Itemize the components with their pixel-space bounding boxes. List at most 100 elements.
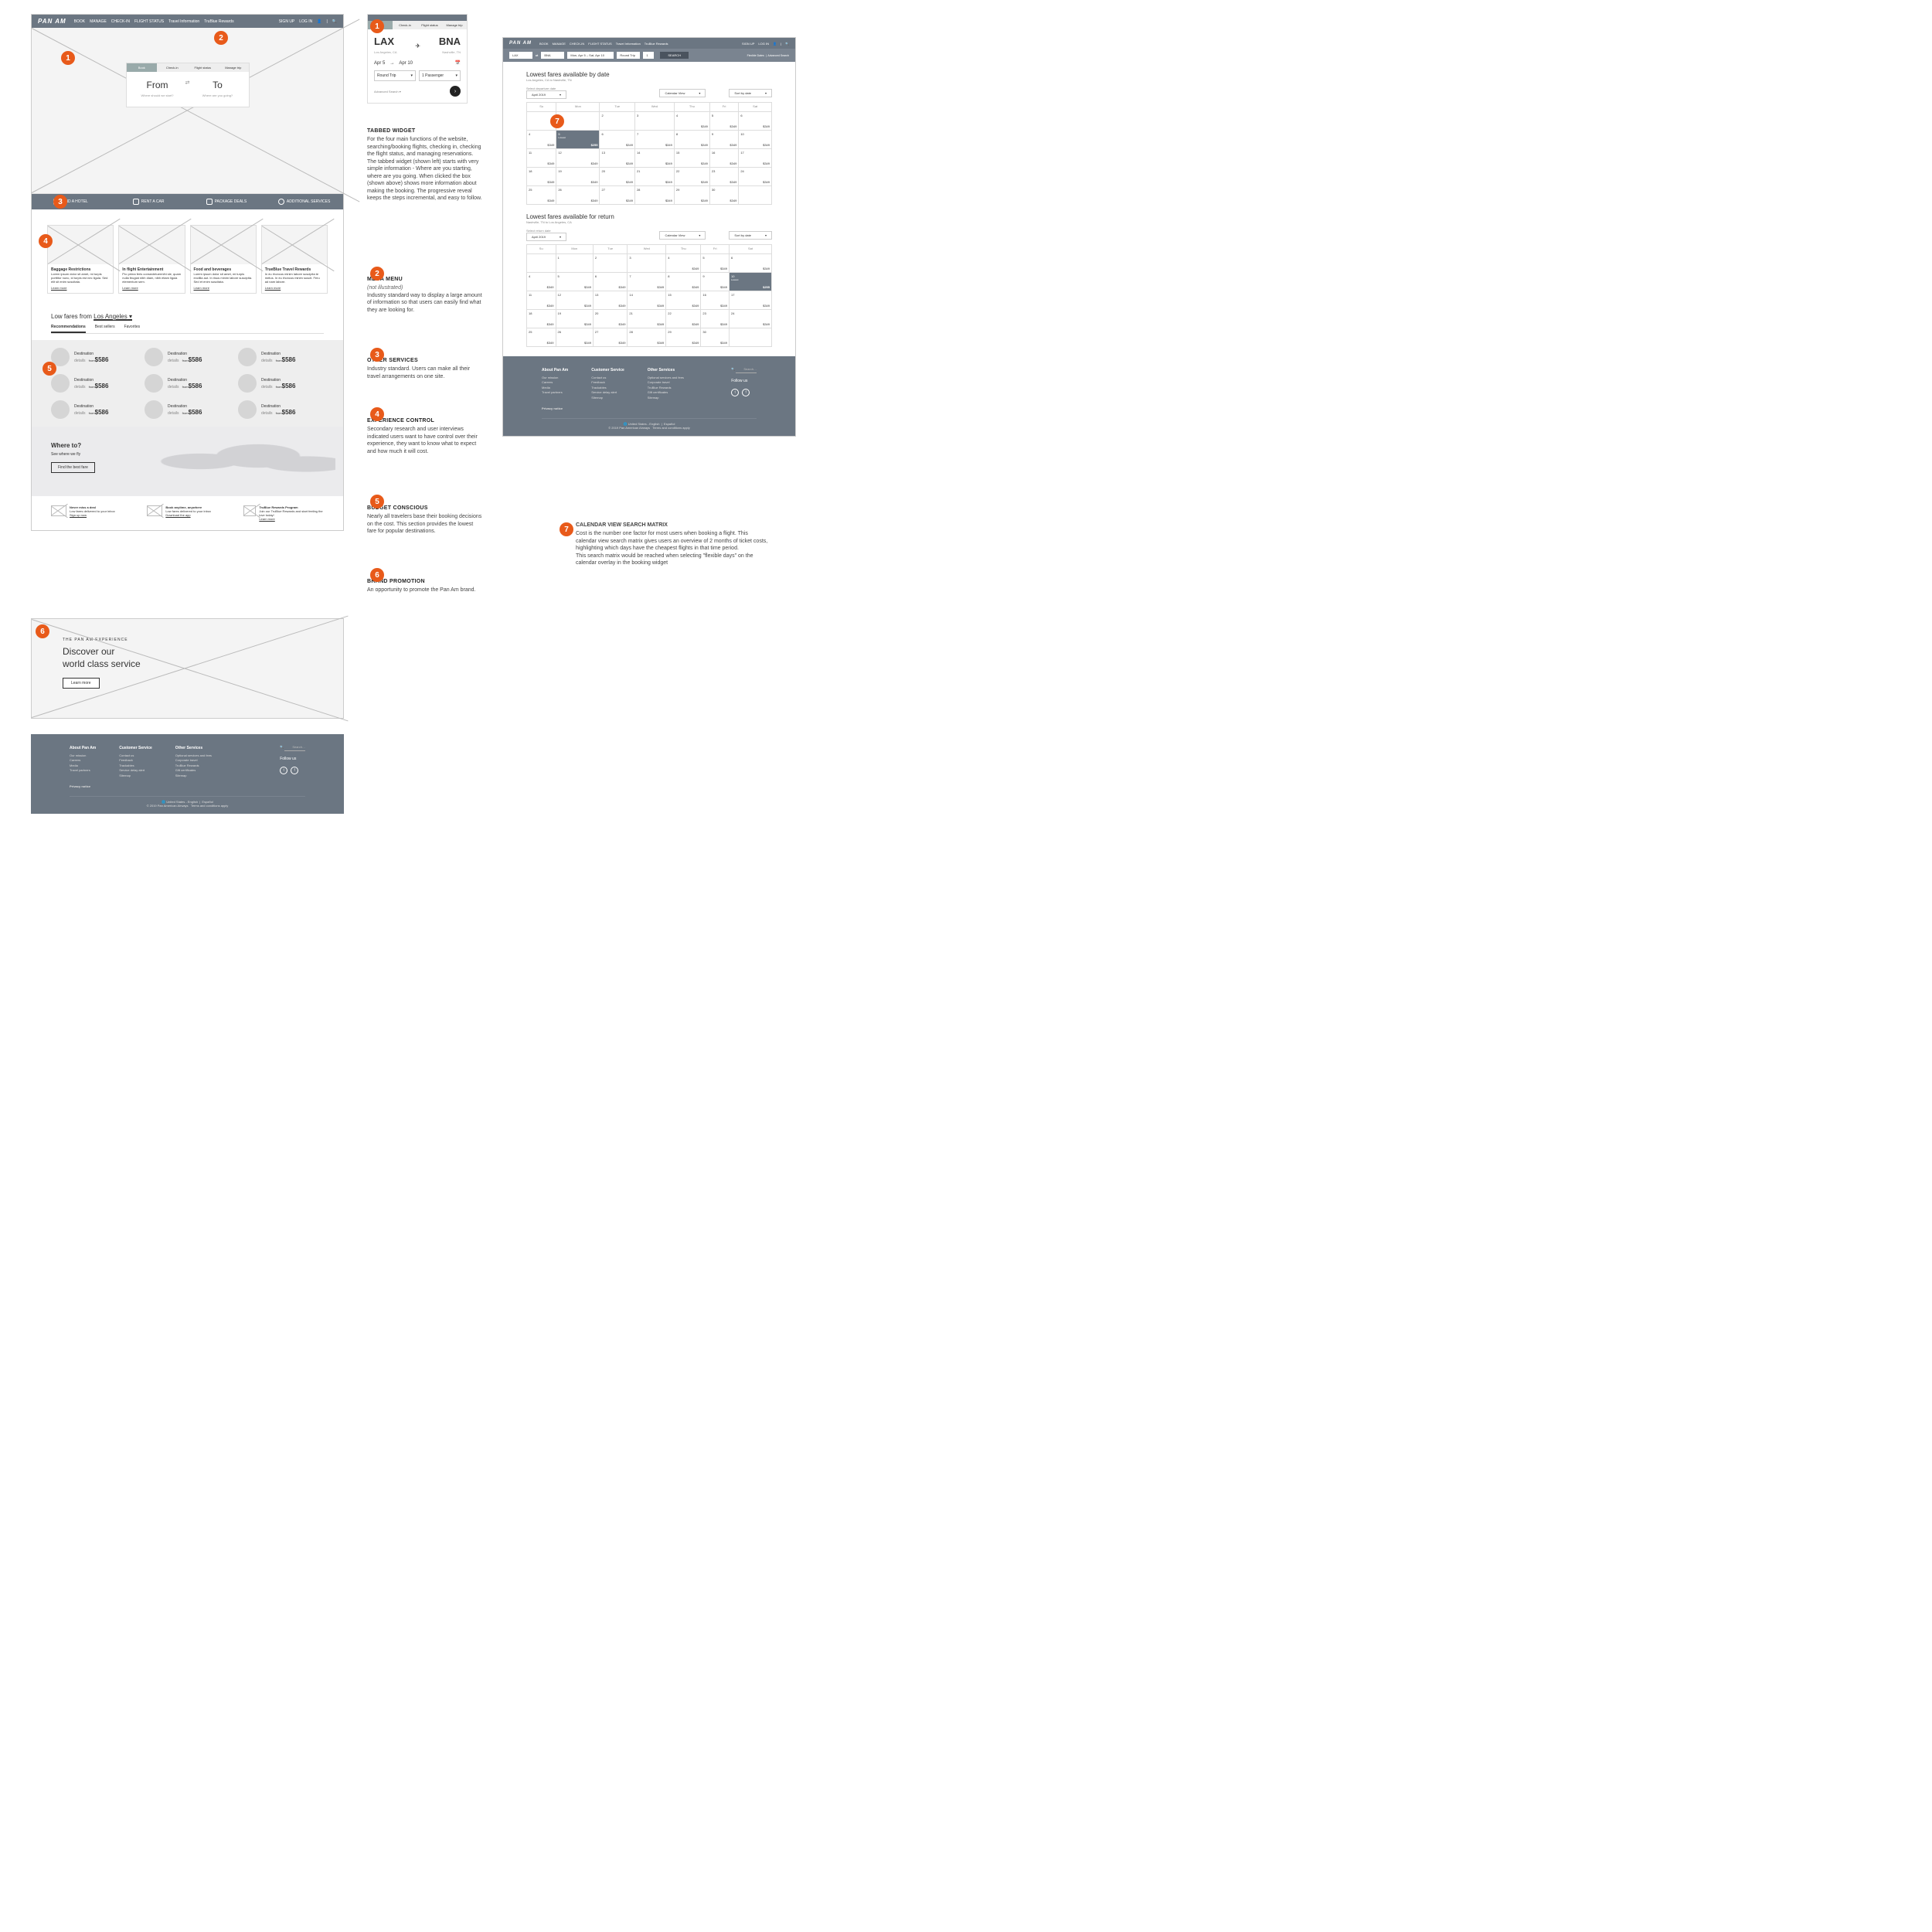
footer-link[interactable]: Sitemap: [119, 774, 131, 777]
to-field[interactable]: To Where are you going?: [194, 80, 240, 99]
calendar-day[interactable]: 5$349: [556, 273, 593, 291]
calendar-day[interactable]: 12$349: [556, 291, 593, 310]
footer-link[interactable]: Sitemap: [648, 396, 659, 400]
calendar-day[interactable]: 6$349: [729, 254, 771, 273]
calendar-day[interactable]: 10$349: [739, 131, 772, 149]
calendar-day[interactable]: 21$349: [634, 168, 674, 186]
nav-rewards[interactable]: TruBlue Rewards: [204, 19, 233, 24]
month-select[interactable]: April 2019▾: [526, 90, 566, 99]
tab-recommend[interactable]: Recommendations: [51, 325, 86, 333]
footer-link[interactable]: Our mission: [70, 753, 86, 757]
learn-more-link[interactable]: Learn more: [194, 286, 253, 290]
fare-item[interactable]: Destination details from$586: [145, 400, 230, 419]
footer-link[interactable]: Gift certificates: [648, 390, 668, 394]
month-select[interactable]: April 2019▾: [526, 233, 566, 241]
calendar-day[interactable]: 6$349: [739, 112, 772, 131]
calendar-day[interactable]: 13$349: [600, 149, 634, 168]
promo-link[interactable]: Learn more: [259, 517, 274, 521]
svc-car[interactable]: RENT A CAR: [110, 199, 188, 205]
calendar-day[interactable]: 17$349: [729, 291, 771, 310]
calendar-day[interactable]: 23$349: [709, 168, 738, 186]
learn-more-link[interactable]: Learn more: [265, 286, 324, 290]
city-dropdown[interactable]: Los Angeles ▾: [94, 313, 132, 321]
terms-link[interactable]: Terms and conditions apply: [191, 804, 228, 808]
calendar-day[interactable]: 15$349: [666, 291, 701, 310]
footer-link[interactable]: Our mission: [542, 376, 558, 379]
calendar-day[interactable]: 27$349: [600, 186, 634, 205]
calendar-day[interactable]: 12$349: [556, 149, 600, 168]
calendar-day[interactable]: 14$349: [628, 291, 666, 310]
calendar-day[interactable]: 26$349: [556, 186, 600, 205]
calendar-day[interactable]: 2: [600, 112, 634, 131]
experience-card[interactable]: Baggage Restrictions Lorem ipsum dolor s…: [47, 225, 114, 294]
calendar-day[interactable]: 7$349: [628, 273, 666, 291]
facebook-icon[interactable]: f: [742, 389, 750, 396]
calendar-day[interactable]: 11$349: [527, 149, 556, 168]
search-button[interactable]: SEARCH: [660, 52, 689, 59]
footer-link[interactable]: Media: [542, 386, 550, 389]
calendar-day[interactable]: 27$349: [593, 328, 628, 347]
footer-link[interactable]: Careers: [542, 380, 553, 384]
from-airport[interactable]: LAX Los Angeles, CA: [374, 36, 397, 56]
calendar-day[interactable]: 8$349: [674, 131, 709, 149]
footer-link[interactable]: Feedback: [591, 380, 605, 384]
sort-select[interactable]: Sort by date▾: [729, 89, 772, 97]
footer-link[interactable]: Optional services and fees: [648, 376, 684, 379]
nav-checkin[interactable]: CHECK-IN: [111, 19, 130, 24]
footer-link[interactable]: Corporate travel: [175, 758, 198, 762]
fare-item[interactable]: Destination details from$586: [145, 348, 230, 366]
calendar-day[interactable]: 9$349: [709, 131, 738, 149]
footer-link[interactable]: Trackables: [591, 386, 606, 389]
footer-link[interactable]: Careers: [70, 758, 80, 762]
tab-checkin[interactable]: Check-in: [157, 63, 188, 72]
swap-icon[interactable]: ⇄: [536, 53, 538, 57]
search-to[interactable]: BNA: [541, 52, 564, 59]
find-fare-button[interactable]: Find the best fare: [51, 462, 95, 473]
calendar-day[interactable]: 20$349: [593, 310, 628, 328]
footer-link[interactable]: Sitemap: [175, 774, 187, 777]
search-dates[interactable]: Mon, Apr 5 – Sat, Apr 10: [567, 52, 614, 59]
trip-type-select[interactable]: Round Trip▾: [374, 70, 416, 81]
calendar-day[interactable]: 24$349: [739, 168, 772, 186]
privacy-link[interactable]: Privacy notice: [542, 406, 563, 410]
learn-more-link[interactable]: Learn more: [51, 286, 110, 290]
calendar-day[interactable]: 4$349: [674, 112, 709, 131]
calendar-day[interactable]: 28$349: [634, 186, 674, 205]
calendar-day[interactable]: 29$349: [666, 328, 701, 347]
from-field[interactable]: From Where should we start?: [134, 80, 181, 99]
calendar-day[interactable]: 13$349: [593, 291, 628, 310]
calendar-day[interactable]: 21$349: [628, 310, 666, 328]
nav-login[interactable]: LOG IN: [299, 19, 312, 24]
calendar-day[interactable]: 30$349: [701, 328, 730, 347]
footer-link[interactable]: TruBlue Rewards: [648, 386, 672, 389]
calendar-day[interactable]: 9$349: [701, 273, 730, 291]
promo-link[interactable]: Sign up now: [70, 513, 87, 517]
calendar-day[interactable]: 1: [556, 254, 593, 273]
footer-link[interactable]: Gift certificates: [175, 768, 196, 772]
svc-more[interactable]: ADDITIONAL SERVICES: [265, 199, 343, 205]
calendar-day[interactable]: 5$349: [709, 112, 738, 131]
calendar-day[interactable]: 28$349: [628, 328, 666, 347]
calendar-day-selected[interactable]: 5Lowest$255: [556, 131, 600, 149]
calendar-day[interactable]: 25$349: [527, 186, 556, 205]
footer-link[interactable]: Sitemap: [591, 396, 603, 400]
experience-card[interactable]: Food and beverages Lorem ipsum dolor sit…: [190, 225, 257, 294]
sort-select[interactable]: Sort by date▾: [729, 231, 772, 240]
advanced-search-link[interactable]: Advanced Search ▾: [374, 90, 401, 94]
calendar-day[interactable]: 15$349: [674, 149, 709, 168]
terms-link[interactable]: Terms and conditions apply: [652, 426, 689, 430]
wtab-status[interactable]: Flight status: [417, 21, 442, 29]
tab-status[interactable]: Flight status: [188, 63, 219, 72]
svc-hotel[interactable]: FIND A HOTEL: [32, 199, 110, 205]
user-icon[interactable]: 👤: [773, 42, 777, 46]
fare-item[interactable]: Destination details from$586: [51, 374, 137, 393]
wtab-manage[interactable]: Manage trip: [442, 21, 467, 29]
twitter-icon[interactable]: t: [731, 389, 739, 396]
tab-book[interactable]: Book: [127, 63, 158, 72]
search-icon[interactable]: 🔍 Search…: [731, 367, 757, 372]
calendar-day[interactable]: 18$349: [527, 168, 556, 186]
calendar-day[interactable]: 30$349: [709, 186, 738, 205]
privacy-link[interactable]: Privacy notice: [70, 784, 90, 788]
calendar-day[interactable]: 11$349: [527, 291, 556, 310]
to-airport[interactable]: BNA Nashville, TN: [439, 36, 461, 56]
